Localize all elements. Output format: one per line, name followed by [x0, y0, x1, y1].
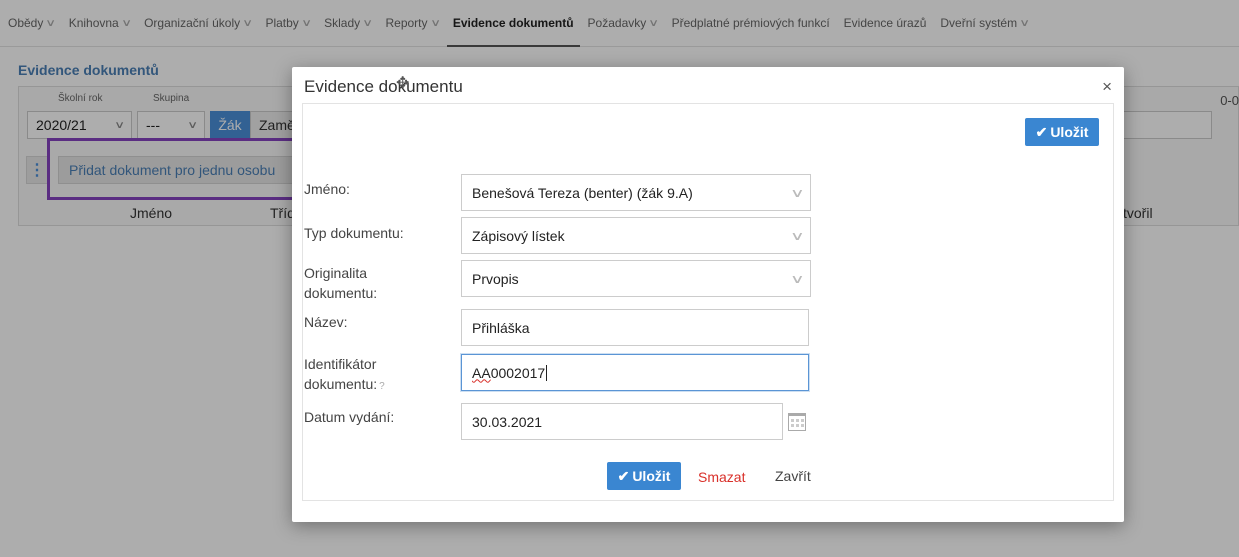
doc-type-select[interactable]: Zápisový lístek ∨ [461, 217, 811, 254]
name-value: Benešová Tereza (benter) (žák 9.A) [472, 184, 693, 201]
save-button-bottom[interactable]: ✔ Uložit [607, 462, 681, 490]
date-label: Datum vydání: [304, 409, 395, 425]
close-icon[interactable]: × [1102, 77, 1112, 97]
doc-type-value: Zápisový lístek [472, 227, 565, 244]
doc-type-label: Typ dokumentu: [304, 225, 404, 241]
modal-title: Evidence dokumentu [304, 77, 463, 96]
identifier-prefix: AA [472, 364, 491, 381]
check-icon: ✔ [617, 467, 630, 484]
originality-label: Originalita dokumentu: [304, 263, 377, 303]
date-value: 30.03.2021 [472, 413, 543, 430]
save-button-top[interactable]: ✔ Uložit [1025, 118, 1099, 146]
highlight-box [47, 138, 313, 200]
identifier-label-line1: Identifikátor [304, 356, 377, 372]
chevron-down-icon: ∨ [790, 185, 806, 200]
identifier-label-line2: dokumentu: [304, 376, 378, 392]
name-label: Jméno: [304, 181, 350, 197]
chevron-down-icon: ∨ [790, 271, 806, 286]
calendar-icon[interactable] [788, 413, 806, 431]
name-select[interactable]: Benešová Tereza (benter) (žák 9.A) ∨ [461, 174, 811, 211]
originality-label-line2: dokumentu: [304, 285, 378, 301]
title-label: Název: [304, 314, 348, 330]
originality-label-line1: Originalita [304, 265, 368, 281]
modal-body [302, 103, 1114, 501]
delete-button[interactable]: Smazat [698, 469, 745, 485]
move-cursor-icon: ✥ [396, 75, 410, 92]
chevron-down-icon: ∨ [790, 228, 806, 243]
close-button[interactable]: Zavřít [775, 468, 811, 484]
originality-value: Prvopis [472, 270, 519, 287]
date-input[interactable]: 30.03.2021 [461, 403, 783, 440]
text-caret [546, 364, 548, 381]
document-modal: Evidence dokumentu ✥ × ✔ Uložit Jméno: Be… [292, 67, 1124, 522]
originality-select[interactable]: Prvopis ∨ [461, 260, 811, 297]
save-label: Uložit [1050, 124, 1089, 140]
title-input[interactable]: Přihláška [461, 309, 809, 346]
save-label: Uložit [632, 468, 671, 484]
identifier-input[interactable]: AA 0002017 [461, 354, 809, 391]
title-value: Přihláška [472, 319, 530, 336]
help-icon[interactable]: ? [379, 381, 385, 392]
identifier-rest: 0002017 [490, 364, 546, 381]
identifier-label: Identifikátor dokumentu:? [304, 354, 385, 397]
check-icon: ✔ [1035, 123, 1048, 140]
